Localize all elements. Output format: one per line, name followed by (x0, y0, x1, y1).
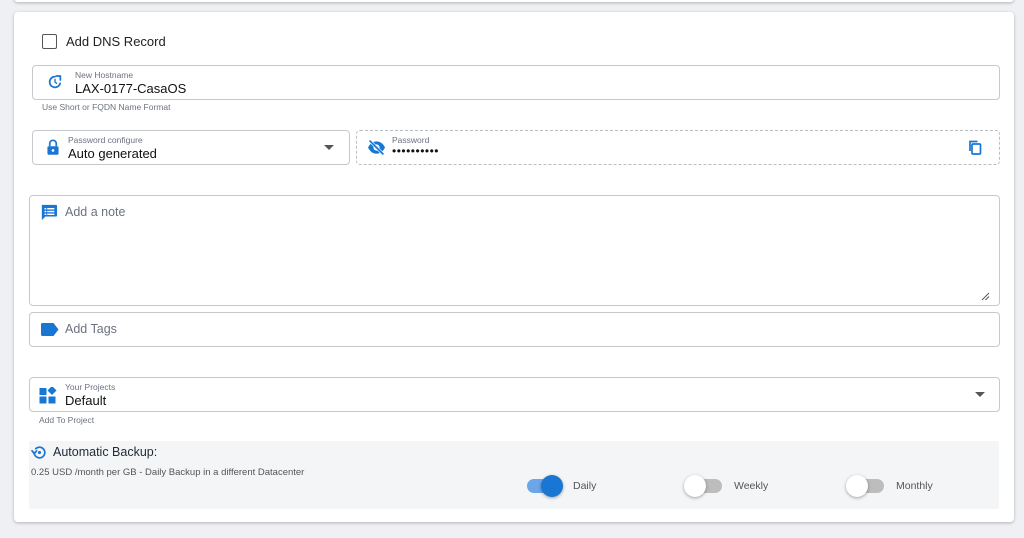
add-dns-record-row[interactable]: Add DNS Record (42, 34, 166, 49)
daily-switch[interactable] (527, 475, 563, 497)
projects-select[interactable]: Your Projects Default (29, 377, 1000, 412)
copy-icon[interactable] (968, 140, 982, 155)
note-icon (41, 204, 58, 221)
note-textarea[interactable]: Add a note (29, 195, 1000, 306)
projects-helper: Add To Project (39, 415, 95, 425)
backup-restore-icon (31, 446, 46, 459)
daily-toggle[interactable]: Daily (527, 475, 597, 497)
password-field[interactable]: Password •••••••••• (356, 130, 1000, 165)
hostname-label: New Hostname (75, 70, 134, 80)
add-dns-record-checkbox[interactable] (42, 34, 57, 49)
daily-label: Daily (573, 480, 597, 492)
password-configure-label: Password configure (68, 135, 143, 145)
password-configure-select[interactable]: Password configure Auto generated (32, 130, 350, 165)
add-dns-record-label: Add DNS Record (66, 34, 166, 49)
weekly-switch[interactable] (684, 475, 722, 497)
monthly-label: Monthly (896, 480, 933, 492)
tags-field[interactable]: Add Tags (29, 312, 1000, 347)
hostname-value[interactable]: LAX-0177-CasaOS (75, 81, 186, 96)
eye-off-icon[interactable] (367, 139, 386, 156)
hostname-field[interactable]: New Hostname LAX-0177-CasaOS (32, 65, 1000, 100)
lock-icon (47, 139, 59, 155)
automatic-backup-panel: Automatic Backup: 0.25 USD /month per GB… (29, 441, 999, 509)
password-configure-value: Auto generated (68, 146, 157, 161)
previous-card (14, 0, 1014, 2)
weekly-toggle[interactable]: Weekly (684, 475, 769, 497)
note-placeholder: Add a note (65, 205, 126, 219)
password-value[interactable]: •••••••••• (392, 144, 439, 158)
monthly-switch[interactable] (846, 475, 884, 497)
projects-icon (39, 387, 57, 404)
projects-value: Default (65, 393, 107, 408)
projects-label: Your Projects (65, 382, 116, 392)
tag-icon (41, 323, 59, 336)
resize-handle-icon[interactable] (981, 292, 990, 301)
monthly-toggle[interactable]: Monthly (846, 475, 933, 497)
tags-placeholder: Add Tags (65, 322, 117, 336)
chevron-down-icon[interactable] (975, 392, 985, 398)
weekly-label: Weekly (734, 480, 769, 492)
server-options-card: Add DNS Record New Hostname LAX-0177-Cas… (14, 12, 1014, 522)
chevron-down-icon[interactable] (324, 145, 334, 151)
automatic-backup-title: Automatic Backup: (53, 445, 158, 459)
automatic-backup-description: 0.25 USD /month per GB - Daily Backup in… (31, 467, 305, 478)
refresh-icon[interactable] (47, 74, 63, 90)
hostname-helper: Use Short or FQDN Name Format (42, 102, 171, 112)
